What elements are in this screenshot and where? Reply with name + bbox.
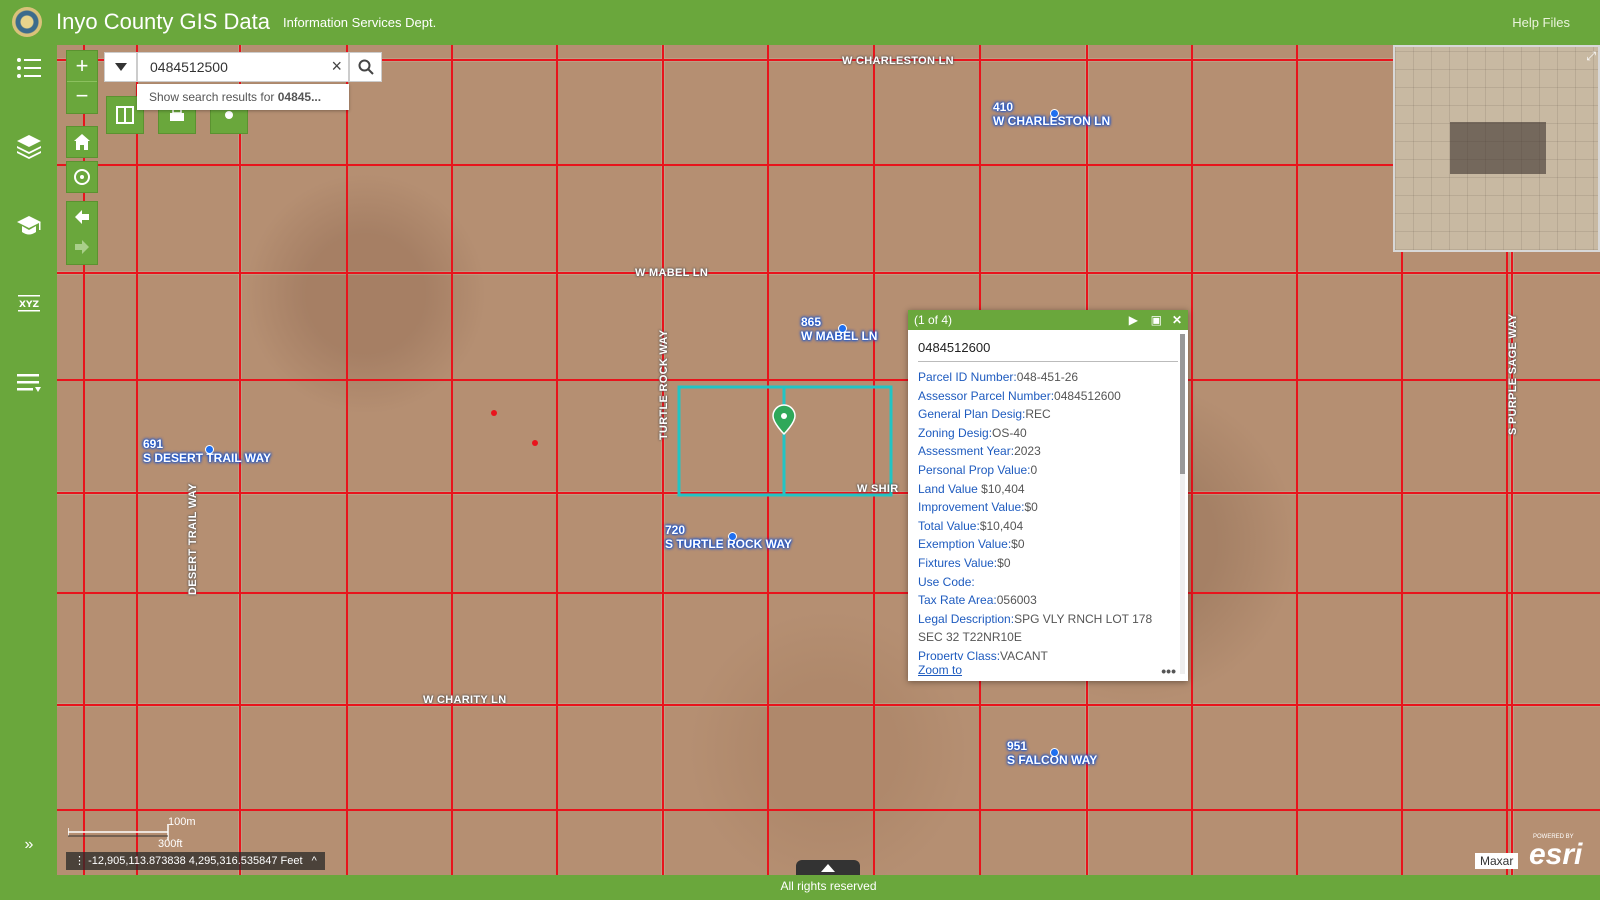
split-view-icon <box>116 106 134 124</box>
layers-icon[interactable] <box>14 133 44 163</box>
parcel-marker-icon <box>772 404 796 436</box>
home-button[interactable] <box>66 126 98 158</box>
attribute-row: Land Value $10,404 <box>918 481 1025 496</box>
zoom-in-button[interactable]: + <box>67 51 97 82</box>
road-label: W CHARITY LN <box>423 694 507 706</box>
chevron-up-icon <box>821 864 835 872</box>
zoom-to-link[interactable]: Zoom to <box>918 663 962 677</box>
road-label: W SHIR <box>857 483 899 495</box>
scalebar-imperial-label: 300ft <box>158 838 183 850</box>
svg-text:XYZ: XYZ <box>19 300 39 310</box>
address-point <box>1050 109 1059 118</box>
parcel-grid <box>57 45 1600 875</box>
previous-extent-button[interactable] <box>67 202 97 232</box>
next-feature-icon[interactable]: ▶ <box>1129 310 1138 330</box>
home-icon <box>74 134 90 150</box>
help-files-link[interactable]: Help Files <box>1512 15 1570 30</box>
popup-counter: (1 of 4) <box>914 313 953 327</box>
more-actions-button[interactable]: ••• <box>1161 663 1176 679</box>
locate-button[interactable] <box>66 161 98 193</box>
zoom-out-button[interactable]: − <box>67 82 97 112</box>
attribute-row: Personal Prop Value:0 <box>918 462 1038 477</box>
locate-icon <box>74 169 90 185</box>
attribute-row: Use Code: <box>918 574 975 589</box>
xyz-icon[interactable]: XYZ <box>14 290 44 320</box>
zoom-controls: + − <box>66 50 98 114</box>
expand-icon[interactable]: » <box>14 830 44 860</box>
scalebar: 100m 300ft <box>67 816 196 855</box>
attribute-row: Zoning Desig:OS-40 <box>918 425 1027 440</box>
road-label: W CHARLESTON LN <box>842 55 954 67</box>
popup-title: 0484512600 <box>918 340 1178 362</box>
attribute-row: Improvement Value:$0 <box>918 500 1038 515</box>
chevron-down-icon <box>114 63 127 71</box>
road-label: S PURPLE SAGE WAY <box>1507 313 1519 435</box>
app-subtitle: Information Services Dept. <box>283 15 437 30</box>
attribute-row: Parcel ID Number:048-451-26 <box>918 370 1079 384</box>
maxar-attribution: Maxar <box>1475 853 1519 869</box>
popup-attributes: Parcel ID Number:048-451-26 Assessor Par… <box>918 368 1178 660</box>
popup-scrollbar[interactable] <box>1180 334 1185 674</box>
overview-map[interactable]: ⤢ <box>1393 45 1600 252</box>
attribute-row: Total Value:$10,404 <box>918 518 1024 533</box>
search-suggestion[interactable]: Show search results for 04845... <box>137 84 349 110</box>
scalebar-metric-label: 100m <box>168 816 196 828</box>
attribute-row: Legal Description:SPG VLY RNCH LOT 178 S… <box>918 611 1153 645</box>
coordinate-readout[interactable]: ⋮ -12,905,113.873838 4,295,316.535847 Fe… <box>66 852 325 870</box>
coordinate-value: -12,905,113.873838 4,295,316.535847 Feet <box>88 855 303 867</box>
road-label: TURTLE ROCK WAY <box>658 329 670 440</box>
attribute-row: Exemption Value:$0 <box>918 537 1025 552</box>
popup-header: (1 of 4) ▶ ▣ ✕ <box>908 310 1188 330</box>
bottom-panel-handle[interactable] <box>796 860 860 876</box>
close-icon[interactable]: ✕ <box>1172 310 1182 330</box>
chevron-up-icon[interactable]: ^ <box>312 855 317 867</box>
arrow-right-icon <box>75 240 89 254</box>
next-extent-button[interactable] <box>67 232 97 262</box>
footer: All rights reserved <box>57 875 1600 900</box>
attribute-row: Assessment Year:2023 <box>918 444 1041 459</box>
search-icon <box>358 59 374 75</box>
search-input-value: 0484512500 <box>150 59 228 75</box>
road-label: W MABEL LN <box>635 267 709 279</box>
overview-toggle-icon[interactable]: ⤢ <box>1586 49 1596 64</box>
attribute-row: Fixtures Value:$0 <box>918 555 1011 570</box>
feature-popup: (1 of 4) ▶ ▣ ✕ 0484512600 Parcel ID Numb… <box>908 310 1188 681</box>
clear-search-icon[interactable]: × <box>331 56 342 77</box>
overview-extent[interactable] <box>1450 122 1546 174</box>
attribute-row: General Plan Desig:REC <box>918 407 1051 422</box>
address-point <box>728 532 737 541</box>
legend-icon[interactable] <box>14 212 44 242</box>
search-button[interactable] <box>349 52 382 82</box>
extent-nav <box>66 201 98 265</box>
menu-icon[interactable] <box>14 370 44 400</box>
map-view[interactable]: W CHARLESTON LN W MABEL LN W CHARITY LN … <box>57 45 1600 875</box>
search-input[interactable]: 0484512500 × <box>137 52 349 82</box>
search-source-dropdown[interactable] <box>104 52 137 82</box>
road-label: DESERT TRAIL WAY <box>187 483 199 595</box>
app-header: Inyo County GIS Data Information Service… <box>0 0 1600 45</box>
app-title: Inyo County GIS Data <box>56 9 270 34</box>
address-point <box>1050 748 1059 757</box>
sidebar: XYZ » <box>0 45 57 900</box>
county-seal-logo <box>12 7 42 37</box>
list-icon[interactable] <box>14 55 44 85</box>
maximize-icon[interactable]: ▣ <box>1151 310 1162 330</box>
address-point <box>838 324 847 333</box>
arrow-left-icon <box>75 210 89 224</box>
coordinate-mode-icon[interactable]: ⋮ <box>74 855 85 867</box>
attribute-row: Property Class:VACANT <box>918 648 1048 660</box>
attribute-row: Assessor Parcel Number:0484512600 <box>918 388 1121 403</box>
address-point <box>205 445 214 454</box>
attribute-row: Tax Rate Area:056003 <box>918 593 1037 608</box>
esri-logo: esri <box>1529 838 1583 871</box>
